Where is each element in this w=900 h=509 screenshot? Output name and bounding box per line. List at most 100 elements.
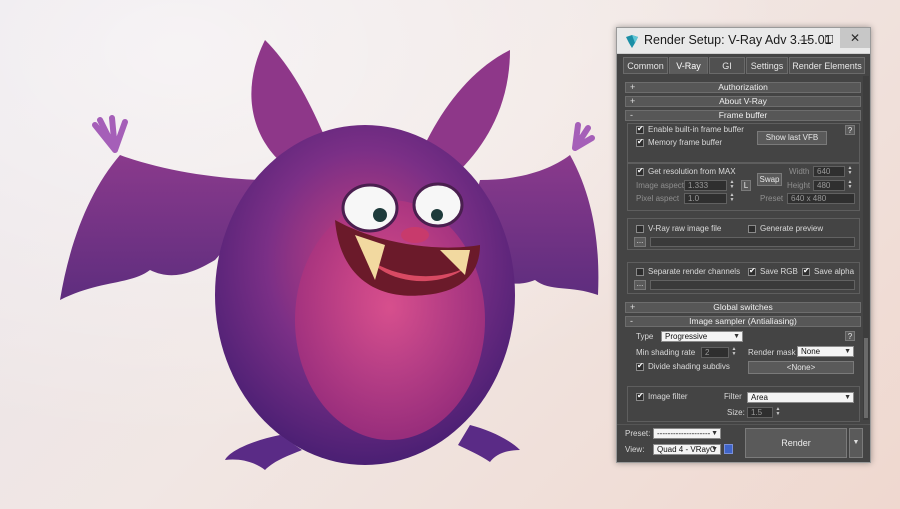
chevron-down-icon: ▼: [844, 394, 851, 401]
expand-icon: +: [630, 302, 636, 312]
footer-preset-value: --------------------: [657, 429, 711, 438]
preset-dropdown[interactable]: 640 x 480: [787, 193, 855, 204]
help-button[interactable]: ?: [845, 125, 855, 135]
pixel-aspect-field[interactable]: 1.0: [684, 193, 727, 204]
render-mask-dropdown[interactable]: None ▼: [797, 346, 854, 357]
tab-render-elements[interactable]: Render Elements: [789, 57, 865, 74]
divide-subdivs-label: Divide shading subdivs: [648, 362, 730, 371]
rollout-label: Authorization: [718, 82, 768, 92]
tab-vray[interactable]: V-Ray: [669, 57, 708, 74]
image-filter-label: Image filter: [648, 392, 688, 401]
rollout-image-sampler[interactable]: - Image sampler (Antialiasing): [625, 316, 861, 327]
bat-mascot-image: [60, 40, 599, 470]
view-dropdown[interactable]: Quad 4 - VRayC ▼: [653, 444, 721, 455]
save-rgb-checkbox[interactable]: [748, 266, 756, 276]
show-last-vfb-button[interactable]: Show last VFB: [757, 131, 827, 145]
memory-fb-label: Memory frame buffer: [648, 138, 723, 147]
swap-button[interactable]: Swap: [757, 173, 782, 186]
filter-dropdown[interactable]: Area ▼: [747, 392, 854, 403]
generate-preview-label: Generate preview: [760, 224, 824, 233]
divide-subdivs-checkbox[interactable]: [636, 361, 644, 371]
channels-browse-button[interactable]: ...: [634, 280, 646, 290]
height-spinner[interactable]: ▲ ▼: [847, 180, 853, 190]
minimize-icon[interactable]: —: [794, 32, 816, 48]
3dsmax-app-icon: [626, 35, 638, 48]
min-shading-field[interactable]: 2: [701, 347, 729, 358]
raw-image-checkbox[interactable]: [636, 225, 644, 233]
generate-preview-checkbox[interactable]: [748, 225, 756, 233]
rollout-about-vray[interactable]: + About V-Ray: [625, 96, 861, 107]
mask-none-button[interactable]: <None>: [748, 361, 854, 374]
filter-size-label: Size:: [727, 408, 745, 417]
scrollbar-thumb[interactable]: [864, 338, 868, 418]
image-filter-checkbox[interactable]: [636, 391, 644, 401]
rollout-label: Image sampler (Antialiasing): [689, 316, 797, 326]
channels-path-field[interactable]: [650, 280, 855, 290]
tab-gi[interactable]: GI: [709, 57, 745, 74]
memory-fb-checkbox[interactable]: [636, 137, 644, 147]
view-label: View:: [625, 445, 645, 454]
chevron-down-icon: ▼: [733, 333, 740, 340]
rollout-frame-buffer[interactable]: - Frame buffer: [625, 110, 861, 121]
preset-label: Preset: [760, 194, 784, 203]
save-alpha-label: Save alpha: [814, 267, 855, 276]
rollout-authorization[interactable]: + Authorization: [625, 82, 861, 93]
width-field[interactable]: 640: [813, 166, 845, 177]
get-resolution-checkbox[interactable]: [636, 166, 644, 176]
raw-browse-button[interactable]: ...: [634, 237, 646, 247]
sampler-type-dropdown[interactable]: Progressive ▼: [661, 331, 743, 342]
width-label: Width: [789, 167, 810, 176]
rollout-label: About V-Ray: [719, 96, 767, 106]
save-rgb-label: Save RGB: [760, 267, 798, 276]
render-button[interactable]: Render: [745, 428, 847, 458]
separate-channels-checkbox[interactable]: [636, 268, 644, 276]
filter-size-field[interactable]: 1.5: [747, 407, 773, 418]
sampler-type-label: Type: [636, 332, 654, 341]
height-field[interactable]: 480: [813, 180, 845, 191]
render-mask-value: None: [801, 347, 821, 356]
lock-view-icon[interactable]: [724, 444, 733, 454]
width-spinner[interactable]: ▲ ▼: [847, 166, 853, 176]
get-resolution-label: Get resolution from MAX: [648, 167, 736, 176]
tab-common[interactable]: Common: [623, 57, 668, 74]
save-alpha-checkbox[interactable]: [802, 266, 810, 276]
min-shading-spinner[interactable]: ▲ ▼: [731, 347, 737, 357]
rollout-global-switches[interactable]: + Global switches: [625, 302, 861, 313]
sampler-type-value: Progressive: [665, 332, 708, 341]
lock-aspect-button[interactable]: L: [741, 180, 751, 191]
footer-preset-label: Preset:: [625, 429, 651, 438]
maximize-icon[interactable]: ☐: [818, 32, 840, 48]
raw-image-label: V-Ray raw image file: [648, 224, 722, 233]
image-aspect-field[interactable]: 1.333: [684, 180, 727, 191]
close-icon[interactable]: ✕: [840, 28, 870, 48]
filter-value: Area: [751, 393, 768, 402]
image-aspect-label: Image aspect: [636, 181, 685, 190]
pixel-aspect-spinner[interactable]: ▲ ▼: [729, 193, 735, 203]
footer-preset-dropdown[interactable]: -------------------- ▼: [653, 428, 721, 439]
expand-icon: +: [630, 82, 636, 92]
render-mask-label: Render mask: [748, 348, 796, 357]
filter-size-spinner[interactable]: ▲ ▼: [775, 407, 781, 417]
image-aspect-spinner[interactable]: ▲ ▼: [729, 180, 735, 190]
render-setup-window: Render Setup: V-Ray Adv 3.15.01 — ☐ ✕ Co…: [616, 27, 871, 463]
rollout-label: Frame buffer: [718, 110, 768, 120]
rollout-label: Global switches: [713, 302, 773, 312]
filter-label: Filter: [724, 392, 742, 401]
min-shading-label: Min shading rate: [636, 348, 696, 357]
sampler-help-button[interactable]: ?: [845, 331, 855, 341]
enable-builtin-fb-label: Enable built-in frame buffer: [648, 125, 744, 134]
render-options-chevron-icon[interactable]: ▼: [849, 428, 863, 458]
chevron-down-icon: ▼: [711, 430, 718, 437]
collapse-icon: -: [630, 110, 633, 120]
separate-channels-label: Separate render channels: [648, 267, 741, 276]
raw-path-field[interactable]: [650, 237, 855, 247]
enable-builtin-fb-checkbox[interactable]: [636, 124, 644, 134]
chevron-down-icon: ▼: [711, 446, 718, 453]
tab-settings[interactable]: Settings: [746, 57, 788, 74]
view-value: Quad 4 - VRayC: [657, 445, 716, 454]
title-bar[interactable]: Render Setup: V-Ray Adv 3.15.01 — ☐ ✕: [617, 28, 870, 54]
chevron-down-icon: ▼: [844, 348, 851, 355]
height-label: Height: [787, 181, 811, 190]
pixel-aspect-label: Pixel aspect: [636, 194, 680, 203]
collapse-icon: -: [630, 316, 633, 326]
